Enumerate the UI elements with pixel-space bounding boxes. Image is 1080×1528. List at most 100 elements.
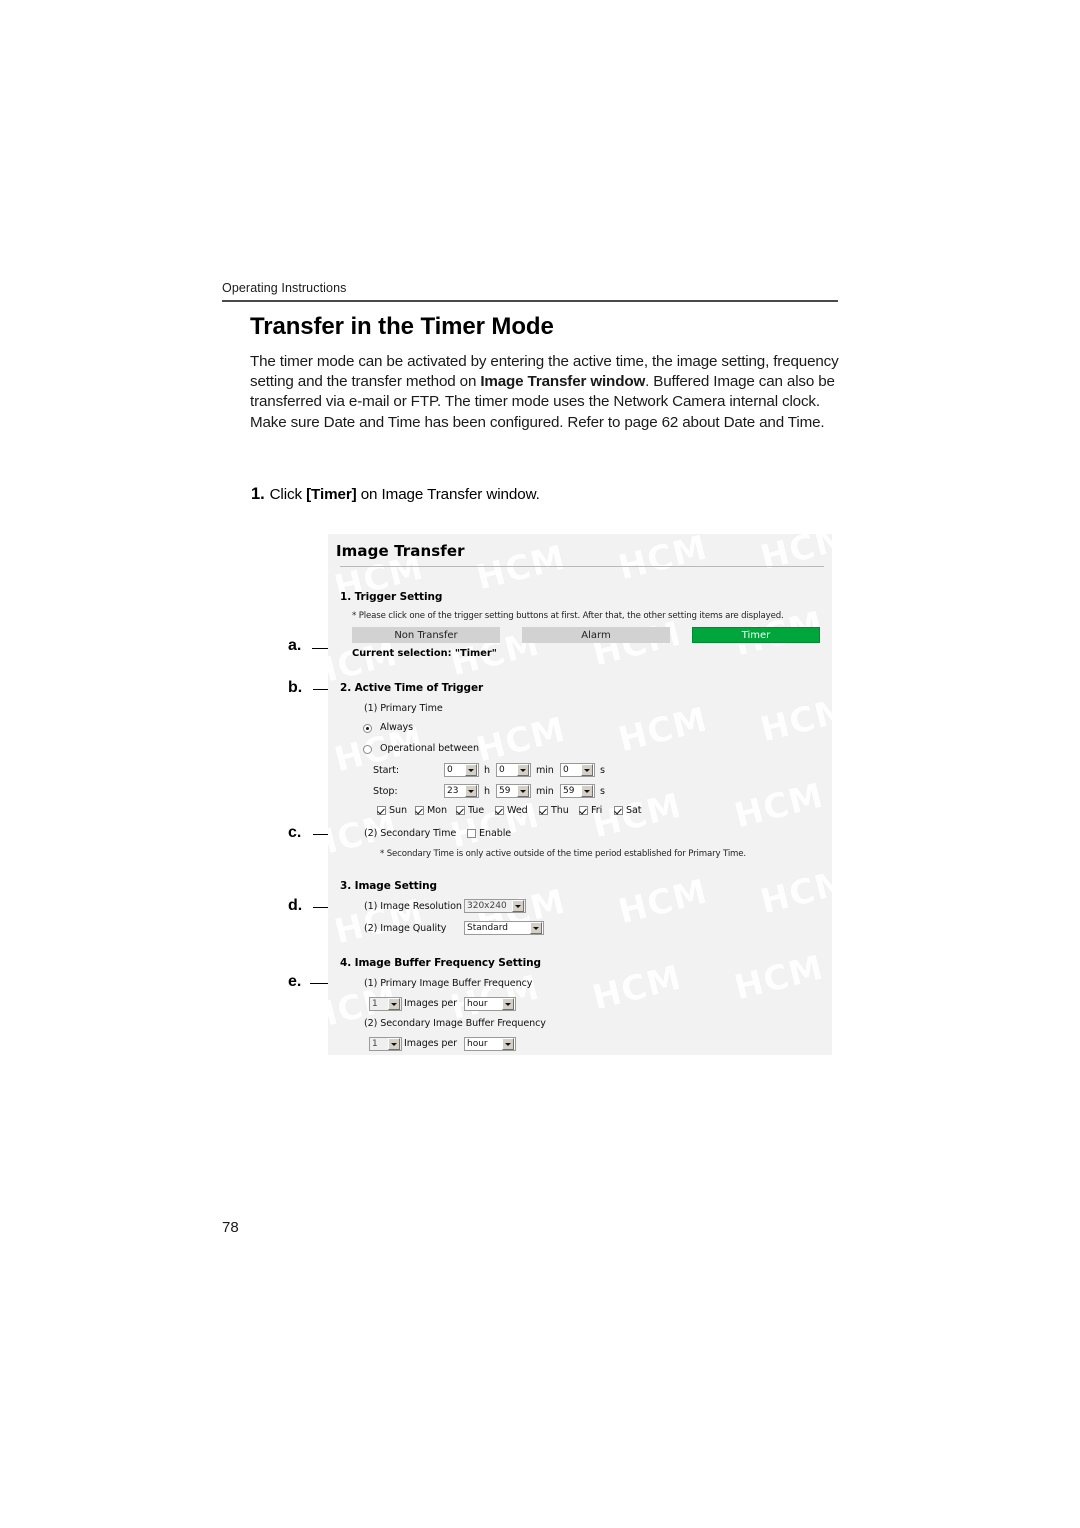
watermark-text: HCM bbox=[756, 534, 832, 579]
secondary-time-enable-label: Enable bbox=[479, 828, 512, 839]
checkbox-day-mon-label: Mon bbox=[427, 805, 447, 816]
checkbox-secondary-time-enable[interactable] bbox=[467, 829, 476, 838]
checkbox-day-fri[interactable] bbox=[579, 806, 588, 815]
section-heading-buffer-frequency: 4. Image Buffer Frequency Setting bbox=[340, 957, 541, 969]
secondary-buffer-frequency-label: (2) Secondary Image Buffer Frequency bbox=[364, 1018, 546, 1029]
section-heading-active-time: 2. Active Time of Trigger bbox=[340, 682, 484, 694]
primary-buffer-images-per-label: Images per bbox=[404, 998, 458, 1009]
trigger-button-non-transfer[interactable]: Non Transfer bbox=[352, 627, 500, 643]
stop-hour-unit: h bbox=[484, 786, 490, 797]
chevron-down-icon bbox=[530, 922, 542, 934]
screenshot-title: Image Transfer bbox=[336, 542, 465, 560]
start-time-label: Start: bbox=[373, 765, 400, 776]
radio-operational-between[interactable] bbox=[363, 745, 372, 754]
image-quality-value: Standard bbox=[467, 923, 508, 933]
secondary-buffer-images-per-label: Images per bbox=[404, 1038, 458, 1049]
callout-letter-d: d. bbox=[288, 897, 303, 914]
step-1-post: on Image Transfer window. bbox=[356, 486, 540, 503]
chevron-down-icon bbox=[388, 1038, 400, 1050]
radio-always-label: Always bbox=[380, 722, 414, 733]
chevron-down-icon bbox=[581, 785, 593, 797]
secondary-time-label: (2) Secondary Time bbox=[364, 828, 457, 839]
step-1-number: 1. bbox=[251, 485, 265, 503]
watermark-text: HCM bbox=[730, 947, 828, 1009]
secondary-time-note: * Secondary Time is only active outside … bbox=[380, 849, 746, 859]
primary-buffer-count-value: 1 bbox=[372, 999, 378, 1009]
page-number: 78 bbox=[222, 1219, 239, 1236]
checkbox-day-thu-label: Thu bbox=[551, 805, 569, 816]
checkbox-day-sat[interactable] bbox=[614, 806, 623, 815]
start-minute-unit: min bbox=[536, 765, 554, 776]
image-resolution-select[interactable]: 320x240 bbox=[464, 899, 526, 913]
trigger-button-timer[interactable]: Timer bbox=[692, 627, 820, 643]
checkbox-day-fri-label: Fri bbox=[591, 805, 603, 816]
page-header: Operating Instructions bbox=[222, 281, 838, 302]
stop-time-label: Stop: bbox=[373, 786, 398, 797]
stop-minute-select[interactable]: 59 bbox=[496, 784, 531, 798]
step-1: 1. Click [Timer] on Image Transfer window… bbox=[251, 484, 841, 505]
chevron-down-icon bbox=[465, 785, 477, 797]
section-heading-image-setting: 3. Image Setting bbox=[340, 880, 437, 892]
primary-time-label: (1) Primary Time bbox=[364, 703, 443, 714]
chevron-down-icon bbox=[517, 785, 529, 797]
start-second-value: 0 bbox=[563, 765, 569, 775]
secondary-buffer-count-select[interactable]: 1 bbox=[369, 1037, 402, 1051]
start-hour-select[interactable]: 0 bbox=[444, 763, 479, 777]
checkbox-day-mon[interactable] bbox=[415, 806, 424, 815]
checkbox-day-wed[interactable] bbox=[495, 806, 504, 815]
watermark-text: HCM bbox=[446, 795, 544, 857]
watermark-text: HCM bbox=[472, 537, 570, 599]
primary-buffer-count-select[interactable]: 1 bbox=[369, 997, 402, 1011]
step-1-pre: Click bbox=[269, 486, 307, 503]
stop-minute-unit: min bbox=[536, 786, 554, 797]
image-resolution-value: 320x240 bbox=[467, 901, 507, 911]
stop-second-value: 59 bbox=[563, 786, 575, 796]
checkbox-day-sun[interactable] bbox=[377, 806, 386, 815]
page-title: Transfer in the Timer Mode bbox=[250, 313, 554, 340]
watermark-text: HCM bbox=[730, 775, 828, 837]
watermark-text: HCM bbox=[588, 957, 686, 1019]
checkbox-day-sun-label: Sun bbox=[389, 805, 407, 816]
image-quality-label: (2) Image Quality bbox=[364, 923, 447, 934]
checkbox-day-sat-label: Sat bbox=[626, 805, 642, 816]
watermark-text: HCM bbox=[614, 534, 712, 589]
stop-second-unit: s bbox=[600, 786, 605, 797]
stop-hour-select[interactable]: 23 bbox=[444, 784, 479, 798]
checkbox-day-thu[interactable] bbox=[539, 806, 548, 815]
stop-hour-value: 23 bbox=[447, 786, 459, 796]
chevron-down-icon bbox=[502, 1038, 514, 1050]
chevron-down-icon bbox=[388, 998, 400, 1010]
primary-buffer-unit-select[interactable]: hour bbox=[464, 997, 516, 1011]
watermark-text: HCM bbox=[588, 613, 686, 675]
primary-buffer-unit-value: hour bbox=[467, 999, 488, 1009]
chevron-down-icon bbox=[517, 764, 529, 776]
image-quality-select[interactable]: Standard bbox=[464, 921, 544, 935]
primary-buffer-frequency-label: (1) Primary Image Buffer Frequency bbox=[364, 978, 533, 989]
start-second-select[interactable]: 0 bbox=[560, 763, 595, 777]
chevron-down-icon bbox=[502, 998, 514, 1010]
watermark-text: HCM bbox=[756, 861, 832, 923]
trigger-button-alarm[interactable]: Alarm bbox=[522, 627, 670, 643]
start-minute-select[interactable]: 0 bbox=[496, 763, 531, 777]
stop-second-select[interactable]: 59 bbox=[560, 784, 595, 798]
secondary-buffer-unit-select[interactable]: hour bbox=[464, 1037, 516, 1051]
callout-letter-b: b. bbox=[288, 679, 303, 696]
secondary-buffer-count-value: 1 bbox=[372, 1039, 378, 1049]
radio-always[interactable] bbox=[363, 724, 372, 733]
watermark-text: HCM bbox=[614, 699, 712, 761]
watermark-text: HCM bbox=[614, 871, 712, 933]
intro-paragraph: The timer mode can be activated by enter… bbox=[250, 352, 840, 433]
callout-letter-e: e. bbox=[288, 973, 302, 990]
chevron-down-icon bbox=[581, 764, 593, 776]
start-hour-value: 0 bbox=[447, 765, 453, 775]
start-minute-value: 0 bbox=[499, 765, 505, 775]
intro-emphasis: Image Transfer window bbox=[480, 373, 646, 391]
secondary-buffer-unit-value: hour bbox=[467, 1039, 488, 1049]
chevron-down-icon bbox=[465, 764, 477, 776]
header-divider bbox=[222, 300, 838, 302]
checkbox-day-tue-label: Tue bbox=[468, 805, 485, 816]
callout-letter-a: a. bbox=[288, 637, 302, 654]
page-header-text: Operating Instructions bbox=[222, 281, 347, 295]
checkbox-day-tue[interactable] bbox=[456, 806, 465, 815]
watermark-text: HCM bbox=[472, 709, 570, 771]
